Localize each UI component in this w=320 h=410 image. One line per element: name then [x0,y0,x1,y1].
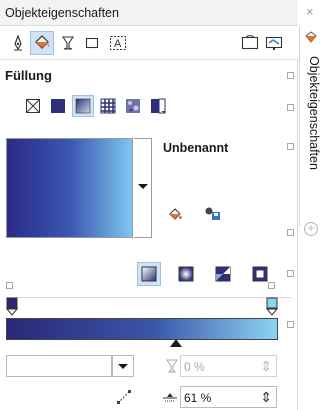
divider [6,297,291,298]
conical-gradient-icon[interactable] [211,262,235,286]
section-pin[interactable] [287,72,294,79]
texture-fill-icon[interactable] [122,95,144,117]
right-node-pin[interactable] [268,282,275,289]
outline-pen-icon[interactable] [6,31,30,55]
preset-dropdown-button[interactable] [134,138,152,238]
stepper-icon[interactable]: ⇕ [260,389,272,406]
stepper-icon[interactable]: ⇕ [260,358,272,375]
fill-bucket-icon[interactable] [30,31,54,55]
preset-name: Unbenannt [163,141,229,155]
gradient-type-pin[interactable] [287,270,294,277]
docker-side-tab[interactable]: Objekteigenschaften [299,26,320,226]
transparency-value: 0 % [184,360,205,374]
radial-gradient-icon[interactable] [174,262,198,286]
frame-icon[interactable] [80,31,104,55]
window-icon[interactable] [238,31,262,55]
color-node-start[interactable] [5,297,19,316]
fill-type-pin[interactable] [287,104,294,111]
panel-titlebar: Objekteigenschaften [0,0,298,26]
postscript-fill-icon[interactable] [147,95,169,117]
panel-title: Objekteigenschaften [5,6,119,20]
display-icon[interactable] [262,31,286,55]
no-fill-icon[interactable] [22,95,44,117]
chevron-down-icon [118,364,128,369]
linear-gradient-icon[interactable] [137,262,161,286]
gradient-bar[interactable] [6,318,278,340]
color-bucket-icon[interactable] [168,206,186,224]
edit-node-icon[interactable] [116,389,132,405]
left-node-pin[interactable] [6,282,13,289]
side-tab-label: Objekteigenschaften [307,56,320,170]
actions-pin[interactable] [287,229,294,236]
chevron-down-icon [138,184,148,189]
midpoint-slider[interactable] [170,339,182,347]
color-node-end[interactable] [265,297,279,316]
node-color-picker[interactable] [6,355,112,377]
node-position-field[interactable]: 61 % ⇕ [180,386,277,408]
transparency-glass-icon[interactable] [56,31,80,55]
transparency-icon [165,359,179,373]
save-preset-icon[interactable] [204,206,222,224]
object-properties-panel: Objekteigenschaften A Füllung Unbenannt … [0,0,298,410]
gradient-preview[interactable] [6,138,133,238]
pattern-fill-icon[interactable] [97,95,119,117]
preset-pin[interactable] [287,143,294,150]
gradient-bar-pin[interactable] [287,321,294,328]
position-icon [162,391,178,405]
node-transparency-field[interactable]: 0 % ⇕ [180,355,277,377]
close-icon[interactable]: × [306,4,314,19]
property-toolbar: A [0,26,298,60]
uniform-fill-icon[interactable] [47,95,69,117]
position-value: 61 % [184,391,212,405]
add-docker-icon[interactable]: + [304,222,318,236]
fountain-fill-icon[interactable] [72,95,94,117]
text-frame-icon[interactable]: A [106,31,130,55]
svg-text:A: A [114,38,122,50]
color-dropdown-button[interactable] [112,355,134,377]
fill-section-label: Füllung [5,68,52,83]
